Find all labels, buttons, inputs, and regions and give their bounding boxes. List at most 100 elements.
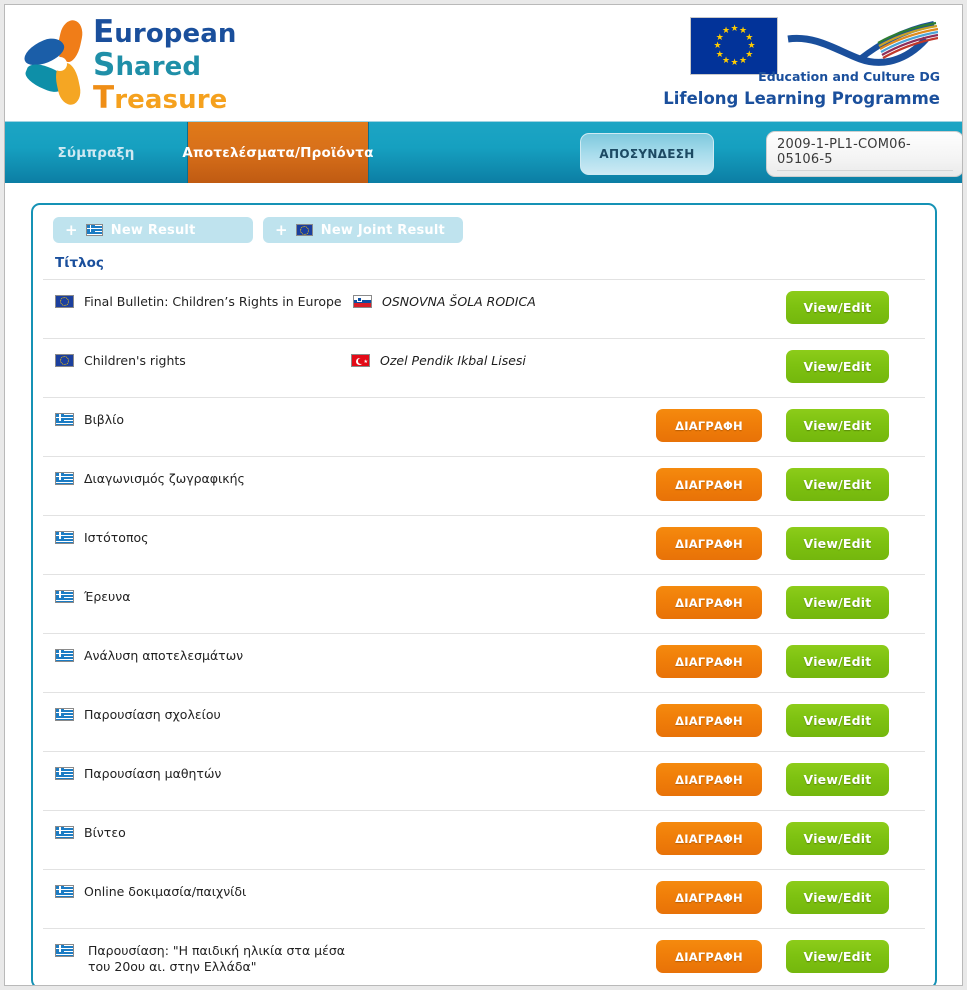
nav-tab-results-products[interactable]: Αποτελέσματα/Προϊόντα: [182, 122, 373, 184]
delete-button[interactable]: ΔΙΑΓΡΑΦΗ: [656, 645, 762, 678]
delete-button[interactable]: ΔΙΑΓΡΑΦΗ: [656, 704, 762, 737]
table-row: Βίντεο ΔΙΑΓΡΑΦΗ View/Edit: [43, 810, 925, 869]
row-title: Children's rights: [84, 353, 186, 368]
row-title: Έρευνα: [84, 589, 131, 604]
row-title-group: Διαγωνισμός ζωγραφικής: [55, 471, 245, 487]
table-row: Ιστότοπος ΔΙΑΓΡΑΦΗ View/Edit: [43, 515, 925, 574]
greece-flag-icon: [55, 531, 74, 544]
row-title: Βίντεο: [84, 825, 126, 840]
new-result-toolbar: + New Result + New Joint Result: [53, 217, 925, 243]
view-edit-button[interactable]: View/Edit: [786, 704, 889, 737]
view-edit-button[interactable]: View/Edit: [786, 350, 889, 383]
greece-flag-icon: [55, 413, 74, 426]
view-edit-button[interactable]: View/Edit: [786, 586, 889, 619]
row-title: Παρουσίαση σχολείου: [84, 707, 221, 722]
flower-logo-icon: [20, 18, 91, 111]
est-logo: European Shared Treasure: [20, 14, 273, 116]
row-title: Διαγωνισμός ζωγραφικής: [84, 471, 245, 486]
view-edit-button[interactable]: View/Edit: [786, 881, 889, 914]
logo-line-1-rest: uropean: [114, 19, 237, 49]
lifelong-learning-logo: ★ ★ ★ ★ ★ ★ ★ ★ ★ ★ ★ ★ Education and Culture DG Li…: [663, 13, 940, 115]
new-result-button[interactable]: + New Result: [53, 217, 253, 243]
eu-star-icon: ★: [715, 49, 724, 60]
row-title: Παρουσίαση μαθητών: [84, 766, 222, 781]
row-title-group: Online δοκιμασία/παιχνίδι: [55, 884, 246, 900]
view-edit-button[interactable]: View/Edit: [786, 822, 889, 855]
eu-flag-icon: [55, 354, 74, 367]
eu-star-icon: ★: [730, 58, 739, 68]
greece-flag-icon: [55, 590, 74, 603]
view-edit-button[interactable]: View/Edit: [786, 291, 889, 324]
greece-flag-icon: [55, 767, 74, 780]
eu-star-icon: ★: [713, 41, 722, 51]
new-joint-result-label: New Joint Result: [320, 222, 445, 238]
ec-swoosh-icon: [787, 21, 938, 66]
delete-button[interactable]: ΔΙΑΓΡΑΦΗ: [656, 527, 762, 560]
view-edit-button[interactable]: View/Edit: [786, 468, 889, 501]
eu-star-icon: ★: [739, 55, 748, 66]
view-edit-button[interactable]: View/Edit: [786, 940, 889, 973]
logo-line-3-cap: T: [93, 80, 115, 116]
logo-line-3-rest: reasure: [114, 85, 228, 115]
table-row: Final Bulletin: Children’s Rights in Eur…: [43, 279, 925, 338]
row-title: Βιβλίο: [84, 412, 125, 427]
plus-icon: +: [275, 220, 288, 239]
row-title-group: Ιστότοπος: [55, 530, 148, 546]
delete-button[interactable]: ΔΙΑΓΡΑΦΗ: [656, 586, 762, 619]
greece-flag-icon: [85, 224, 103, 236]
logout-button[interactable]: ΑΠΟΣΥΝΔΕΣΗ: [580, 133, 714, 175]
greece-flag-icon: [55, 826, 74, 839]
row-partner: ★ Ozel Pendik Ikbal Lisesi: [351, 353, 526, 368]
logo-line-1-cap: E: [93, 14, 115, 50]
view-edit-button[interactable]: View/Edit: [786, 763, 889, 796]
table-row: Online δοκιμασία/παιχνίδι ΔΙΑΓΡΑΦΗ View/Ed…: [43, 869, 925, 928]
table-row: Παρουσίαση σχολείου ΔΙΑΓΡΑΦΗ View/Edit: [43, 692, 925, 751]
content-area: + New Result + New Joint Result Τίτλος F…: [5, 183, 962, 985]
new-joint-result-button[interactable]: + New Joint Result: [263, 217, 463, 243]
delete-button[interactable]: ΔΙΑΓΡΑΦΗ: [656, 409, 762, 442]
row-title-group: Παρουσίαση μαθητών: [55, 766, 221, 782]
results-table: Final Bulletin: Children’s Rights in Eur…: [43, 279, 925, 985]
row-title-group: Βιβλίο: [55, 412, 124, 428]
greece-flag-icon: [55, 708, 74, 721]
application-page: European Shared Treasure ★ ★ ★ ★ ★ ★ ★ ★ ★ ★ ★ ★ Ed…: [4, 4, 963, 986]
table-row: Παρουσίαση μαθητών ΔΙΑΓΡΑΦΗ View/Edit: [43, 751, 925, 810]
row-title-group: Παρουσίαση: "Η παιδική ηλικία στα μέσα τ…: [55, 943, 345, 975]
table-row: Διαγωνισμός ζωγραφικής ΔΙΑΓΡΑΦΗ View/Edit: [43, 456, 925, 515]
greece-flag-icon: [55, 649, 74, 662]
results-panel: + New Result + New Joint Result Τίτλος F…: [31, 203, 937, 985]
view-edit-button[interactable]: View/Edit: [786, 527, 889, 560]
eu-flag-icon: ★ ★ ★ ★ ★ ★ ★ ★ ★ ★ ★ ★: [690, 17, 778, 75]
delete-button[interactable]: ΔΙΑΓΡΑΦΗ: [656, 763, 762, 796]
row-title: Online δοκιμασία/παιχνίδι: [84, 884, 247, 899]
project-id-field[interactable]: 2009-1-PL1-COM06-05106-5: [766, 131, 962, 177]
row-title: Final Bulletin: Children’s Rights in Eur…: [84, 294, 342, 309]
row-title-group: Βίντεο: [55, 825, 126, 841]
logo-line-2-cap: S: [93, 47, 116, 83]
new-result-label: New Result: [110, 222, 196, 238]
delete-button[interactable]: ΔΙΑΓΡΑΦΗ: [656, 822, 762, 855]
row-title-group: Παρουσίαση σχολείου: [55, 707, 221, 723]
ec-dg-label: Education and Culture DG: [758, 69, 940, 84]
column-header-title: Τίτλος: [55, 255, 104, 271]
row-title: Παρουσίαση: "Η παιδική ηλικία στα μέσα τ…: [88, 943, 346, 974]
view-edit-button[interactable]: View/Edit: [786, 645, 889, 678]
row-title-group: Έρευνα: [55, 589, 130, 605]
logo-line-2-rest: hared: [115, 52, 202, 82]
page-header: European Shared Treasure ★ ★ ★ ★ ★ ★ ★ ★ ★ ★ ★ ★ Ed…: [5, 5, 962, 121]
row-title: Ιστότοπος: [84, 530, 149, 545]
partner-name: Ozel Pendik Ikbal Lisesi: [380, 353, 526, 368]
project-id-value: 2009-1-PL1-COM06-05106-5: [777, 137, 953, 171]
turkey-flag-icon: ★: [351, 354, 370, 367]
table-row: Βιβλίο ΔΙΑΓΡΑΦΗ View/Edit: [43, 397, 925, 456]
table-row: Children's rights ★ Ozel Pendik Ikbal Lise…: [43, 338, 925, 397]
eu-star-icon: ★: [730, 24, 739, 34]
delete-button[interactable]: ΔΙΑΓΡΑΦΗ: [656, 940, 762, 973]
delete-button[interactable]: ΔΙΑΓΡΑΦΗ: [656, 468, 762, 501]
delete-button[interactable]: ΔΙΑΓΡΑΦΗ: [656, 881, 762, 914]
nav-tab-partnership[interactable]: Σύμπραξη: [5, 122, 187, 184]
row-title-group: Final Bulletin: Children’s Rights in Eur…: [55, 294, 342, 310]
greece-flag-icon: [55, 885, 74, 898]
slovenia-flag-icon: [353, 295, 372, 308]
view-edit-button[interactable]: View/Edit: [786, 409, 889, 442]
